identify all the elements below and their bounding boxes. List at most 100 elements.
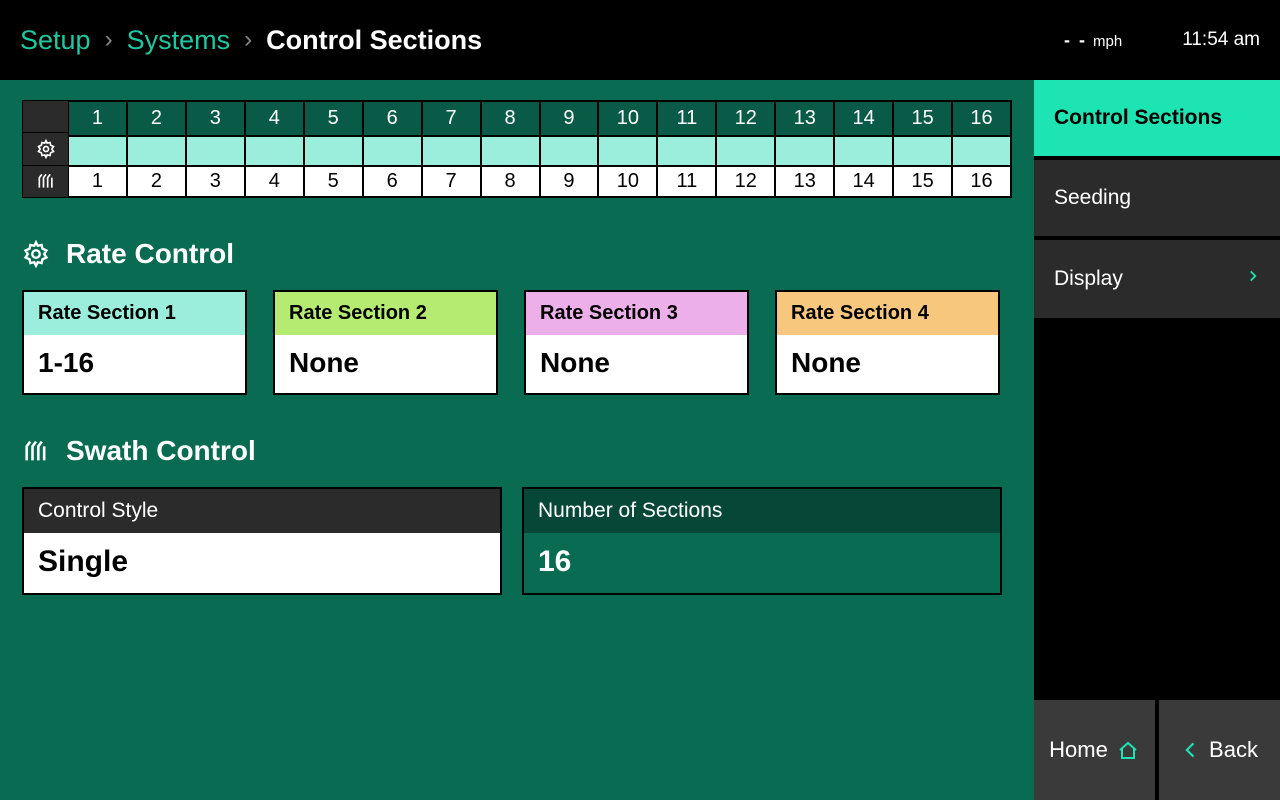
strip-bar-cell [422, 136, 481, 166]
home-label: Home [1049, 737, 1108, 763]
control-style-value[interactable]: Single [24, 533, 500, 593]
strip-bar-cell [481, 136, 540, 166]
strip-bottom-cell: 13 [775, 166, 834, 197]
breadcrumb: Setup › Systems › Control Sections [20, 25, 482, 56]
control-style-label: Control Style [24, 489, 500, 533]
side-tab-display[interactable]: Display [1034, 240, 1280, 318]
top-bar: Setup › Systems › Control Sections - - m… [0, 0, 1280, 80]
strip-bottom-cell: 12 [716, 166, 775, 197]
side-tab-label: Display [1054, 267, 1123, 291]
strip-bar-cell [598, 136, 657, 166]
strip-row-top-numbers: 12345678910111213141516 [68, 101, 1011, 136]
chevron-left-icon [1181, 738, 1201, 762]
strip-bar-cell [952, 136, 1011, 166]
strip-bar-cell [245, 136, 304, 166]
clock: 11:54 am [1182, 29, 1260, 51]
gear-icon [23, 133, 68, 165]
side-tab-label: Seeding [1054, 186, 1131, 210]
main-panel: 12345678910111213141516 1234567891011121… [0, 80, 1034, 800]
rate-section-label: Rate Section 3 [526, 292, 747, 335]
strip-bottom-cell: 1 [68, 166, 127, 197]
strip-bottom-cell: 14 [834, 166, 893, 197]
strip-top-cell: 14 [834, 101, 893, 136]
side-tab-control-sections[interactable]: Control Sections [1034, 80, 1280, 156]
strip-bottom-cell: 7 [422, 166, 481, 197]
num-sections-value: 16 [524, 533, 1000, 593]
strip-bar-cell [304, 136, 363, 166]
strip-bar-cell [834, 136, 893, 166]
rate-section-value: None [526, 335, 747, 393]
side-tab-label: Control Sections [1054, 106, 1222, 130]
swath-rows-icon [22, 437, 50, 465]
strip-top-cell: 12 [716, 101, 775, 136]
rate-section-card-2[interactable]: Rate Section 2None [273, 290, 498, 395]
strip-bottom-cell: 2 [127, 166, 186, 197]
strip-bar-cell [127, 136, 186, 166]
rate-section-label: Rate Section 2 [275, 292, 496, 335]
home-icon [1116, 738, 1140, 762]
strip-bar-cell [363, 136, 422, 166]
strip-top-cell: 8 [481, 101, 540, 136]
chevron-right-icon: › [244, 26, 252, 54]
strip-top-cell: 4 [245, 101, 304, 136]
breadcrumb-current: Control Sections [266, 25, 482, 56]
strip-top-cell: 10 [598, 101, 657, 136]
section-strip: 12345678910111213141516 1234567891011121… [22, 100, 1012, 198]
chevron-right-icon [1246, 266, 1260, 292]
strip-bar-cell [540, 136, 599, 166]
side-tabs: Control Sections Seeding Display [1034, 80, 1280, 700]
strip-blank-cell [23, 101, 68, 133]
rate-section-value: None [275, 335, 496, 393]
swath-rows-icon [23, 166, 68, 197]
side-panel: Control Sections Seeding Display Home [1034, 80, 1280, 800]
strip-bottom-cell: 5 [304, 166, 363, 197]
back-label: Back [1209, 737, 1258, 763]
strip-top-cell: 7 [422, 101, 481, 136]
speed-display: - - mph [1064, 30, 1122, 51]
breadcrumb-systems[interactable]: Systems [127, 25, 231, 56]
num-sections-card: Number of Sections 16 [522, 487, 1002, 595]
strip-top-cell: 5 [304, 101, 363, 136]
strip-row-bar [68, 136, 1011, 166]
strip-bottom-cell: 8 [481, 166, 540, 197]
swath-control-title: Swath Control [66, 435, 256, 467]
rate-section-value: 1-16 [24, 335, 245, 393]
breadcrumb-setup[interactable]: Setup [20, 25, 91, 56]
strip-bottom-cell: 10 [598, 166, 657, 197]
strip-bar-cell [893, 136, 952, 166]
strip-top-cell: 9 [540, 101, 599, 136]
strip-bottom-cell: 6 [363, 166, 422, 197]
strip-top-cell: 15 [893, 101, 952, 136]
strip-bottom-cell: 4 [245, 166, 304, 197]
strip-bar-cell [716, 136, 775, 166]
strip-bottom-cell: 15 [893, 166, 952, 197]
strip-bar-cell [186, 136, 245, 166]
rate-section-label: Rate Section 4 [777, 292, 998, 335]
rate-section-card-4[interactable]: Rate Section 4None [775, 290, 1000, 395]
control-style-card[interactable]: Control Style Single [22, 487, 502, 595]
home-button[interactable]: Home [1034, 700, 1155, 800]
rate-section-value: None [777, 335, 998, 393]
strip-bottom-cell: 11 [657, 166, 716, 197]
rate-control-title: Rate Control [66, 238, 234, 270]
chevron-right-icon: › [105, 26, 113, 54]
num-sections-label: Number of Sections [524, 489, 1000, 533]
strip-top-cell: 11 [657, 101, 716, 136]
strip-bar-cell [657, 136, 716, 166]
back-button[interactable]: Back [1159, 700, 1280, 800]
gear-icon [22, 240, 50, 268]
side-tab-seeding[interactable]: Seeding [1034, 160, 1280, 236]
rate-section-card-3[interactable]: Rate Section 3None [524, 290, 749, 395]
strip-top-cell: 2 [127, 101, 186, 136]
strip-top-cell: 3 [186, 101, 245, 136]
strip-bottom-cell: 3 [186, 166, 245, 197]
swath-control-header: Swath Control [22, 435, 1012, 467]
strip-top-cell: 16 [952, 101, 1011, 136]
rate-section-label: Rate Section 1 [24, 292, 245, 335]
strip-bar-cell [775, 136, 834, 166]
rate-section-card-1[interactable]: Rate Section 11-16 [22, 290, 247, 395]
speed-value: - - [1064, 30, 1087, 51]
strip-bottom-cell: 9 [540, 166, 599, 197]
rate-section-cards: Rate Section 11-16Rate Section 2NoneRate… [22, 290, 1012, 395]
strip-top-cell: 6 [363, 101, 422, 136]
